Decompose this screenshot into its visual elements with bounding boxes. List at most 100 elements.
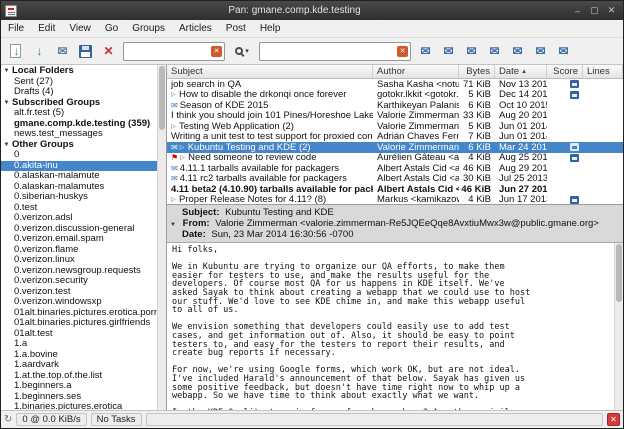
article-row[interactable]: job search in QASasha Kasha <notuxius-…7…: [167, 79, 623, 90]
menu-go[interactable]: Go: [98, 21, 125, 36]
maximize-button[interactable]: ▢: [587, 4, 602, 18]
group-item[interactable]: 1.binaries.pictures.erotica: [1, 402, 157, 410]
group-item[interactable]: 1.a.bovine: [1, 350, 157, 361]
group-item[interactable]: gmane.comp.kde.testing (359): [1, 119, 157, 130]
group-item[interactable]: 1.at.the.top.of.the.list: [1, 371, 157, 382]
group-item[interactable]: 0.verizon.test: [1, 287, 157, 298]
forward-article-button[interactable]: ✉: [553, 41, 574, 62]
mark-thread-read-button[interactable]: ✉: [507, 41, 528, 62]
save-articles-button[interactable]: [75, 41, 96, 62]
group-item[interactable]: 01alt.binaries.pictures.girlfriends: [1, 318, 157, 329]
menu-post[interactable]: Post: [219, 21, 253, 36]
group-item[interactable]: Sent (27): [1, 77, 157, 88]
group-section-label: Subscribed Groups: [12, 98, 100, 109]
column-header-subject[interactable]: Subject: [167, 65, 373, 78]
column-header-label: Author: [377, 66, 405, 77]
menu-articles[interactable]: Articles: [172, 21, 219, 36]
group-item[interactable]: 0: [1, 150, 157, 161]
score-cell: [547, 100, 583, 111]
group-item[interactable]: Drafts (4): [1, 87, 157, 98]
article-row[interactable]: ✉4.11 rc2 tarballs available for package…: [167, 174, 623, 185]
article-row[interactable]: I think you should join 101 Pines/Horesh…: [167, 111, 623, 122]
thread-expander-icon[interactable]: ▷: [171, 196, 179, 203]
group-item[interactable]: 0.test: [1, 203, 157, 214]
column-header-bytes[interactable]: Bytes: [459, 65, 495, 78]
group-item[interactable]: 0.verizon.windowsxp: [1, 297, 157, 308]
group-item[interactable]: 0.verizon.discussion-general: [1, 224, 157, 235]
menu-edit[interactable]: Edit: [31, 21, 62, 36]
column-header-lines[interactable]: Lines: [583, 65, 623, 78]
clear-article-search-button[interactable]: ✕: [397, 46, 408, 57]
collapse-icon[interactable]: ▼: [1, 140, 12, 151]
column-header-score[interactable]: Score: [547, 65, 583, 78]
date-cell: Aug 25 2013: [495, 153, 547, 164]
minimize-button[interactable]: –: [570, 4, 585, 18]
get-new-headers-selected-button[interactable]: ↓: [29, 41, 50, 62]
group-section-other-groups[interactable]: ▼Other Groups: [1, 140, 157, 151]
article-row[interactable]: ▷How to disable the drkonqi once forever…: [167, 90, 623, 101]
group-item[interactable]: 0.verizon.email.spam: [1, 234, 157, 245]
group-item[interactable]: 0.alaskan-malamutes: [1, 182, 157, 193]
lines-cell: [583, 153, 623, 164]
group-item[interactable]: 1.beginners.ses: [1, 392, 157, 403]
reply-to-article-button[interactable]: ✉: [530, 41, 551, 62]
group-section-subscribed-groups[interactable]: ▼Subscribed Groups: [1, 98, 157, 109]
group-item[interactable]: 01alt.binaries.pictures.erotica.pornstar: [1, 308, 157, 319]
read-next-unread-article-button[interactable]: ✉: [415, 41, 436, 62]
collapse-icon[interactable]: ▼: [1, 98, 12, 109]
clear-group-search-button[interactable]: ✕: [211, 46, 222, 57]
group-item[interactable]: 0.siberian-huskys: [1, 192, 157, 203]
read-previous-article-button[interactable]: ✉: [484, 41, 505, 62]
thread-expander-icon[interactable]: ▷: [171, 91, 179, 98]
group-item[interactable]: 0.akita-inu: [1, 161, 157, 172]
group-item[interactable]: 1.aardvark: [1, 360, 157, 371]
scrollbar-thumb[interactable]: [159, 66, 165, 130]
group-item[interactable]: news.test_messages: [1, 129, 157, 140]
menu-groups[interactable]: Groups: [125, 21, 172, 36]
thread-expander-icon[interactable]: ▷: [171, 123, 179, 130]
article-row[interactable]: ✉4.11.1 tarballs available for packagers…: [167, 163, 623, 174]
menu-help[interactable]: Help: [253, 21, 288, 36]
get-new-headers-subscribed-button[interactable]: ↓: [6, 41, 27, 62]
group-section-local-folders[interactable]: ▼Local Folders: [1, 66, 157, 77]
article-row[interactable]: ▷Testing Web Application (2)Valorie Zimm…: [167, 121, 623, 132]
article-row[interactable]: ✉▷Kubuntu Testing and KDE (2)Valorie Zim…: [167, 142, 623, 153]
group-item[interactable]: 0.verizon.security: [1, 276, 157, 287]
group-item[interactable]: 01alt.test: [1, 329, 157, 340]
collapse-icon[interactable]: ▼: [1, 66, 12, 77]
group-item[interactable]: 1.beginners.a: [1, 381, 157, 392]
article-search-input[interactable]: [259, 42, 411, 61]
group-search-input[interactable]: [123, 42, 225, 61]
article-row[interactable]: 4.11 beta2 (4.10.90) tarballs available …: [167, 184, 623, 195]
menubar: FileEditViewGoGroupsArticlesPostHelp: [1, 20, 623, 38]
article-row[interactable]: Writing a unit test to test support for …: [167, 132, 623, 143]
article-row[interactable]: ✉Season of KDE 2015Karthikeyan Palaniswa…: [167, 100, 623, 111]
read-next-article-button[interactable]: ✉: [438, 41, 459, 62]
column-header-author[interactable]: Author: [373, 65, 459, 78]
post-article-button[interactable]: ✉: [52, 41, 73, 62]
group-item[interactable]: 1.a: [1, 339, 157, 350]
group-item[interactable]: 0.verizon.flame: [1, 245, 157, 256]
column-header-date[interactable]: Date▲: [495, 65, 547, 78]
thread-expander-icon[interactable]: ▷: [180, 144, 188, 151]
article-row[interactable]: ⚑▷Need someone to review codeAurélien Gâ…: [167, 153, 623, 164]
thread-expander-icon[interactable]: ▷: [180, 154, 188, 161]
group-item[interactable]: alt.fr.test (5): [1, 108, 157, 119]
error-log-icon[interactable]: [607, 413, 620, 426]
task-status[interactable]: No Tasks: [91, 413, 142, 426]
group-item[interactable]: 0.verizon.adsl: [1, 213, 157, 224]
close-button[interactable]: ✕: [604, 4, 619, 18]
article-body-scrollbar[interactable]: [614, 243, 623, 410]
group-item[interactable]: 0.verizon.newsgroup.requests: [1, 266, 157, 277]
stop-tasks-button[interactable]: ✕: [98, 41, 119, 62]
menu-file[interactable]: File: [1, 21, 31, 36]
article-row[interactable]: ▷Proper Release Notes for 4.11? (8)Marku…: [167, 195, 623, 205]
search-scope-button[interactable]: ▾: [229, 41, 255, 62]
scrollbar-thumb[interactable]: [616, 244, 622, 302]
group-item[interactable]: 0.verizon.linux: [1, 255, 157, 266]
menu-view[interactable]: View: [62, 21, 98, 36]
read-next-unread-thread-button[interactable]: ✉: [461, 41, 482, 62]
group-item[interactable]: 0.alaskan-malamute: [1, 171, 157, 182]
from-expander-icon[interactable]: ▼: [170, 220, 180, 229]
group-pane-scrollbar[interactable]: [157, 65, 166, 410]
